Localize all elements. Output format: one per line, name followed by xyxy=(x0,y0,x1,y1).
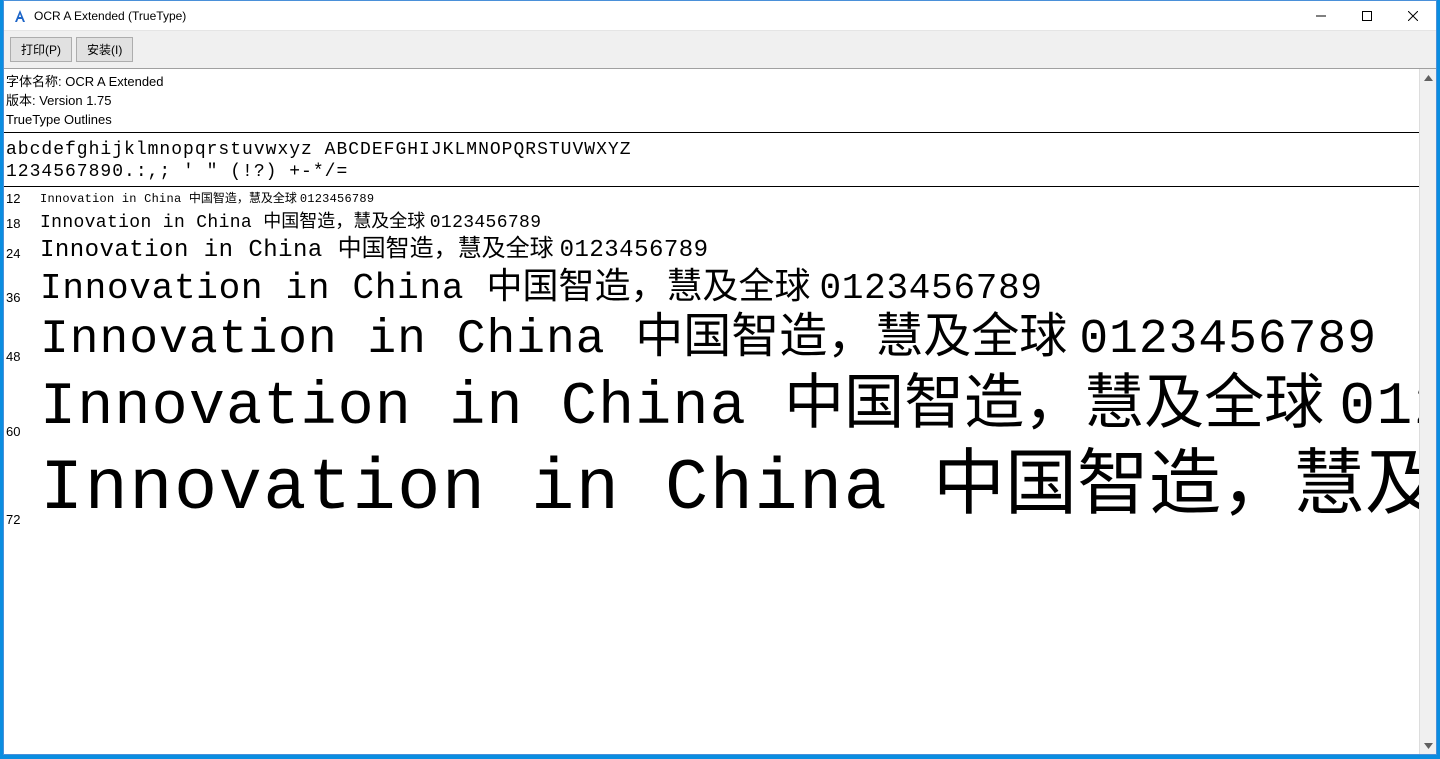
scroll-up-icon[interactable] xyxy=(1420,69,1436,86)
sample-row-18: 18Innovation in China 中国智造，慧及全球 01234567… xyxy=(4,210,1419,235)
sample-text: Innovation in China 中国智造，慧及全球 0123456789 xyxy=(40,368,1419,443)
toolbar: 打印(P) 安装(I) xyxy=(4,31,1436,69)
section-divider xyxy=(4,132,1419,133)
content-area: 字体名称: OCR A Extended 版本: Version 1.75 Tr… xyxy=(4,69,1436,754)
sample-row-36: 36Innovation in China 中国智造，慧及全球 01234567… xyxy=(4,265,1419,309)
sample-text: Innovation in China 中国智造，慧及全球 0123456789 xyxy=(40,309,1377,368)
size-label: 24 xyxy=(4,246,40,265)
vertical-scrollbar[interactable] xyxy=(1419,69,1436,754)
size-label: 72 xyxy=(4,512,40,531)
print-button[interactable]: 打印(P) xyxy=(10,37,72,62)
sample-text: Innovation in China 中国智造，慧及全球 0123456789 xyxy=(40,210,541,235)
install-button[interactable]: 安装(I) xyxy=(76,37,133,62)
scroll-area: 字体名称: OCR A Extended 版本: Version 1.75 Tr… xyxy=(4,69,1419,754)
sample-text: Innovation in China 中国智造，慧及全球 0123456789 xyxy=(40,265,1043,309)
size-label: 60 xyxy=(4,424,40,443)
font-version-line: 版本: Version 1.75 xyxy=(6,92,1417,111)
font-metadata: 字体名称: OCR A Extended 版本: Version 1.75 Tr… xyxy=(4,69,1419,130)
sample-row-12: 12Innovation in China 中国智造，慧及全球 01234567… xyxy=(4,191,1419,210)
window-title: OCR A Extended (TrueType) xyxy=(34,9,186,23)
sample-row-24: 24Innovation in China 中国智造，慧及全球 01234567… xyxy=(4,235,1419,265)
size-label: 12 xyxy=(4,191,40,210)
maximize-button[interactable] xyxy=(1344,1,1390,30)
size-label: 48 xyxy=(4,349,40,368)
font-app-icon xyxy=(12,8,28,24)
minimize-button[interactable] xyxy=(1298,1,1344,30)
size-label: 18 xyxy=(4,216,40,235)
section-divider xyxy=(4,186,1419,187)
glyph-sample: abcdefghijklmnopqrstuvwxyz ABCDEFGHIJKLM… xyxy=(4,135,1419,184)
font-outline-line: TrueType Outlines xyxy=(6,111,1417,130)
font-name-line: 字体名称: OCR A Extended xyxy=(6,73,1417,92)
close-button[interactable] xyxy=(1390,1,1436,30)
sample-text: Innovation in China 中国智造，慧及全球 0123456789 xyxy=(40,443,1419,531)
scroll-down-icon[interactable] xyxy=(1420,737,1436,754)
window-controls xyxy=(1298,1,1436,30)
size-samples: 12Innovation in China 中国智造，慧及全球 01234567… xyxy=(4,189,1419,531)
sample-row-60: 60Innovation in China 中国智造，慧及全球 01234567… xyxy=(4,368,1419,443)
sample-text: Innovation in China 中国智造，慧及全球 0123456789 xyxy=(40,235,708,265)
font-preview-window: OCR A Extended (TrueType) 打印(P) 安装(I) 字体… xyxy=(3,0,1437,755)
glyph-line-alpha: abcdefghijklmnopqrstuvwxyz ABCDEFGHIJKLM… xyxy=(6,140,632,160)
glyph-line-symbols: 1234567890.:,; ' " (!?) +-*/= xyxy=(6,162,348,182)
sample-row-48: 48Innovation in China 中国智造，慧及全球 01234567… xyxy=(4,309,1419,368)
sample-row-72: 72Innovation in China 中国智造，慧及全球 01234567… xyxy=(4,443,1419,531)
sample-text: Innovation in China 中国智造，慧及全球 0123456789 xyxy=(40,191,374,208)
size-label: 36 xyxy=(4,290,40,309)
titlebar[interactable]: OCR A Extended (TrueType) xyxy=(4,1,1436,31)
